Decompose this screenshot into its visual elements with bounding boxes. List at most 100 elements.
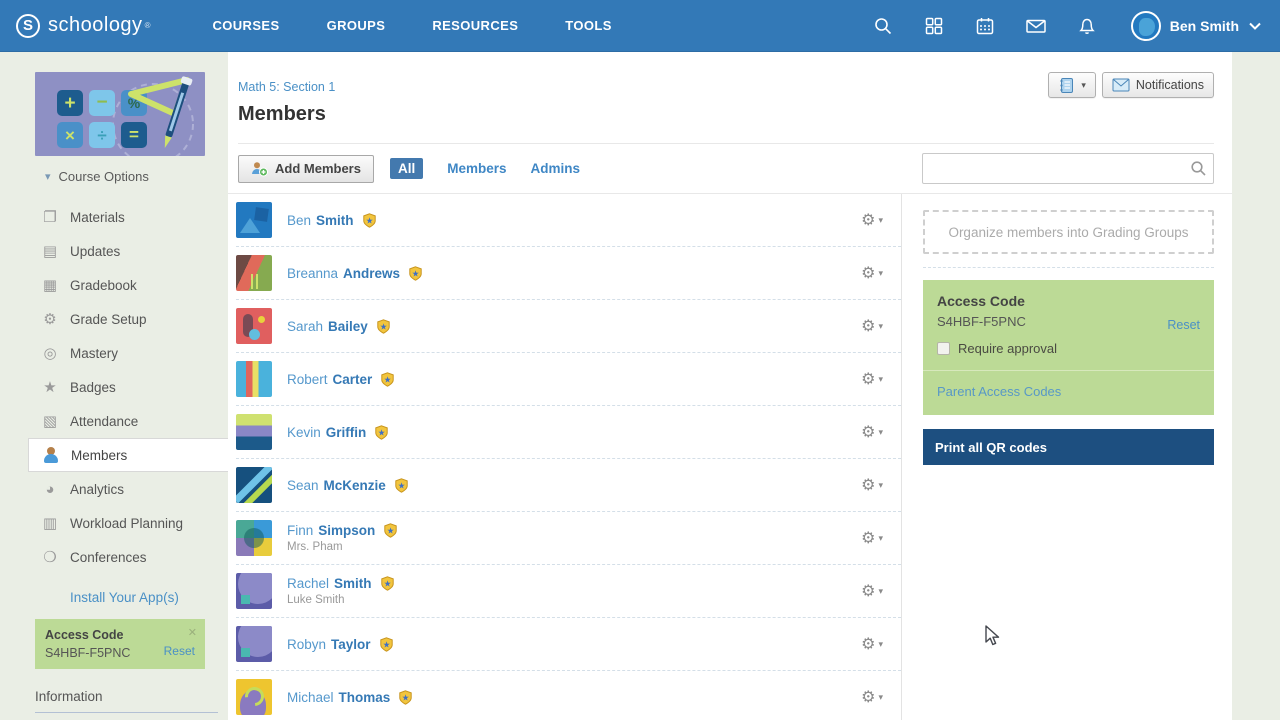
sidebar-item-members[interactable]: Members bbox=[28, 438, 228, 472]
member-last-name[interactable]: Griffin bbox=[326, 425, 367, 440]
member-avatar[interactable] bbox=[236, 520, 272, 556]
breadcrumb[interactable]: Math 5: Section 1 bbox=[238, 80, 335, 94]
member-actions-gear[interactable]: ⚙ ▾ bbox=[861, 369, 883, 389]
search-input[interactable] bbox=[922, 153, 1214, 184]
member-last-name[interactable]: Bailey bbox=[328, 319, 368, 334]
member-first-name[interactable]: Sarah bbox=[287, 319, 323, 334]
member-row: Kevin Griffin ★ ⚙ ▾ bbox=[236, 406, 901, 459]
course-image[interactable]: + − % × ÷ = bbox=[35, 72, 205, 156]
schoology-logo[interactable]: S schoology ® bbox=[16, 14, 150, 38]
notifications-button[interactable]: Notifications bbox=[1102, 72, 1214, 98]
member-first-name[interactable]: Sean bbox=[287, 478, 319, 493]
sidebar-item-mastery[interactable]: ◎Mastery bbox=[0, 336, 228, 370]
member-actions-gear[interactable]: ⚙ ▾ bbox=[861, 581, 883, 601]
member-avatar[interactable] bbox=[236, 202, 272, 238]
nav-tools[interactable]: TOOLS bbox=[565, 18, 612, 33]
gear-icon: ⚙ bbox=[861, 316, 875, 336]
admin-badge-icon: ★ bbox=[398, 690, 413, 705]
apps-grid-icon[interactable] bbox=[923, 15, 945, 37]
attendance-book-button[interactable]: ▾ bbox=[1048, 72, 1096, 98]
member-avatar[interactable] bbox=[236, 626, 272, 662]
member-first-name[interactable]: Rachel bbox=[287, 576, 329, 591]
member-first-name[interactable]: Robyn bbox=[287, 637, 326, 652]
member-avatar[interactable] bbox=[236, 308, 272, 344]
sidebar-item-grade-setup[interactable]: ⚙Grade Setup bbox=[0, 302, 228, 336]
reset-access-code-link[interactable]: Reset bbox=[164, 644, 195, 658]
parent-access-codes-link[interactable]: Parent Access Codes bbox=[937, 384, 1061, 399]
member-actions-gear[interactable]: ⚙ ▾ bbox=[861, 316, 883, 336]
member-last-name[interactable]: Taylor bbox=[331, 637, 371, 652]
member-row: Finn Simpson ★ Mrs. Pham ⚙ ▾ bbox=[236, 512, 901, 565]
member-first-name[interactable]: Kevin bbox=[287, 425, 321, 440]
member-first-name[interactable]: Michael bbox=[287, 690, 334, 705]
calendar-icon[interactable] bbox=[974, 15, 996, 37]
member-avatar[interactable] bbox=[236, 414, 272, 450]
svg-text:★: ★ bbox=[378, 427, 386, 437]
organize-grading-groups-button[interactable]: Organize members into Grading Groups bbox=[923, 210, 1214, 254]
close-icon[interactable]: ✕ bbox=[188, 626, 197, 639]
member-first-name[interactable]: Robert bbox=[287, 372, 328, 387]
install-apps-link[interactable]: Install Your App(s) bbox=[70, 590, 228, 605]
member-last-name[interactable]: Simpson bbox=[318, 523, 375, 538]
nav-groups[interactable]: GROUPS bbox=[327, 18, 386, 33]
print-qr-codes-button[interactable]: Print all QR codes bbox=[923, 429, 1214, 465]
search-icon[interactable] bbox=[872, 15, 894, 37]
member-avatar[interactable] bbox=[236, 255, 272, 291]
nav-courses[interactable]: COURSES bbox=[212, 18, 279, 33]
member-actions-gear[interactable]: ⚙ ▾ bbox=[861, 475, 883, 495]
sidebar-item-label: Members bbox=[71, 448, 127, 463]
member-first-name[interactable]: Finn bbox=[287, 523, 313, 538]
member-avatar[interactable] bbox=[236, 361, 272, 397]
member-actions-gear[interactable]: ⚙ ▾ bbox=[861, 263, 883, 283]
admin-badge-icon: ★ bbox=[383, 523, 398, 538]
organize-label: Organize members into Grading Groups bbox=[948, 225, 1188, 240]
nav-resources[interactable]: RESOURCES bbox=[432, 18, 518, 33]
caret-down-icon: ▾ bbox=[878, 639, 883, 650]
member-avatar[interactable] bbox=[236, 467, 272, 503]
member-avatar[interactable] bbox=[236, 679, 272, 715]
caret-down-icon: ▾ bbox=[878, 215, 883, 226]
require-approval-checkbox[interactable] bbox=[937, 342, 950, 355]
organize-section: Organize members into Grading Groups bbox=[923, 194, 1214, 268]
member-last-name[interactable]: Smith bbox=[334, 576, 372, 591]
admin-badge-icon: ★ bbox=[380, 576, 395, 591]
member-last-name[interactable]: McKenzie bbox=[324, 478, 386, 493]
bell-icon[interactable] bbox=[1076, 15, 1098, 37]
access-code-title: Access Code bbox=[45, 628, 195, 642]
add-members-button[interactable]: Add Members bbox=[238, 155, 374, 183]
sidebar-item-attendance[interactable]: ▧Attendance bbox=[0, 404, 228, 438]
member-actions-gear[interactable]: ⚙ ▾ bbox=[861, 528, 883, 548]
sidebar-item-materials[interactable]: ❐Materials bbox=[0, 200, 228, 234]
mail-icon[interactable] bbox=[1025, 15, 1047, 37]
sidebar-item-updates[interactable]: ▤Updates bbox=[0, 234, 228, 268]
filter-members[interactable]: Members bbox=[447, 161, 506, 176]
member-actions-gear[interactable]: ⚙ ▾ bbox=[861, 422, 883, 442]
member-avatar[interactable] bbox=[236, 573, 272, 609]
member-actions-gear[interactable]: ⚙ ▾ bbox=[861, 634, 883, 654]
sidebar-item-badges[interactable]: ★Badges bbox=[0, 370, 228, 404]
member-last-name[interactable]: Smith bbox=[316, 213, 354, 228]
member-last-name[interactable]: Andrews bbox=[343, 266, 400, 281]
gear-icon: ⚙ bbox=[861, 634, 875, 654]
user-menu[interactable]: Ben Smith bbox=[1131, 11, 1262, 41]
filter-admins[interactable]: Admins bbox=[531, 161, 581, 176]
member-search bbox=[922, 153, 1214, 184]
filter-all[interactable]: All bbox=[390, 158, 423, 179]
member-actions-gear[interactable]: ⚙ ▾ bbox=[861, 687, 883, 707]
course-options-toggle[interactable]: ▾ Course Options bbox=[45, 169, 228, 184]
member-last-name[interactable]: Carter bbox=[333, 372, 373, 387]
member-last-name[interactable]: Thomas bbox=[339, 690, 391, 705]
search-icon[interactable] bbox=[1190, 160, 1207, 182]
reset-access-code-link[interactable]: Reset bbox=[1167, 318, 1200, 332]
access-code-value: S4HBF-F5PNC bbox=[937, 314, 1200, 329]
sidebar-item-analytics[interactable]: ◕Analytics bbox=[0, 472, 228, 506]
member-first-name[interactable]: Ben bbox=[287, 213, 311, 228]
caret-down-icon: ▾ bbox=[878, 374, 883, 385]
member-actions-gear[interactable]: ⚙ ▾ bbox=[861, 210, 883, 230]
member-first-name[interactable]: Breanna bbox=[287, 266, 338, 281]
gear-icon: ⚙ bbox=[861, 210, 875, 230]
sidebar-item-workload-planning[interactable]: ▥Workload Planning bbox=[0, 506, 228, 540]
sidebar-item-conferences[interactable]: ❍Conferences bbox=[0, 540, 228, 574]
gradebook-icon: ▦ bbox=[40, 278, 60, 293]
sidebar-item-gradebook[interactable]: ▦Gradebook bbox=[0, 268, 228, 302]
